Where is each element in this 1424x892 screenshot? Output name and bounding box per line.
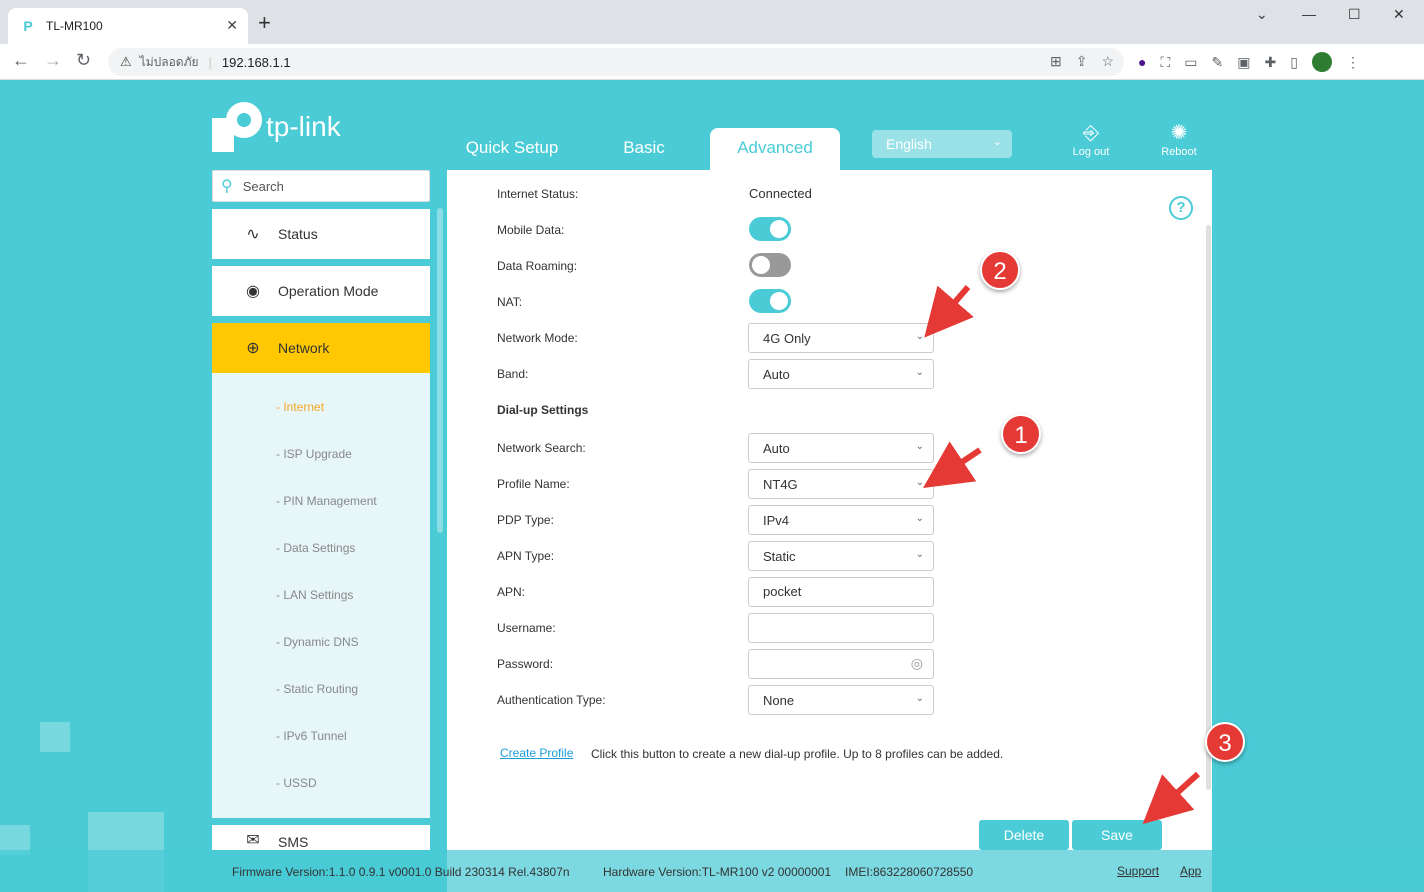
step-badge-1: 1	[1001, 414, 1041, 454]
arrow-3	[1142, 771, 1201, 825]
step-badge-2: 2	[980, 250, 1020, 290]
annotation-arrows	[923, 285, 1201, 825]
arrow-1	[923, 441, 982, 488]
arrow-2	[924, 285, 974, 338]
step-badge-3: 3	[1205, 722, 1245, 762]
